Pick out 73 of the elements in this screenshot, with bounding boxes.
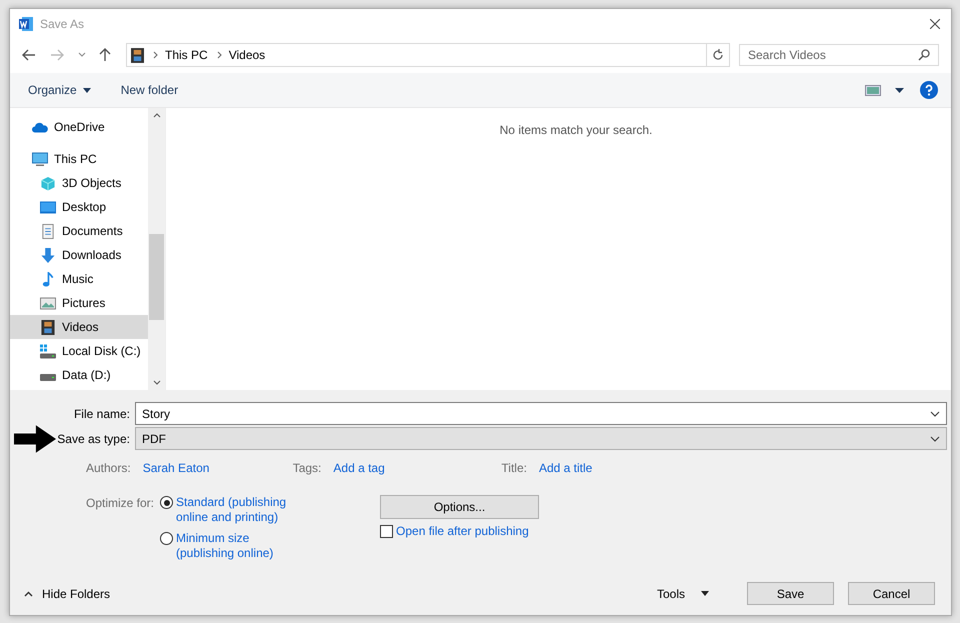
scrollbar[interactable] [148,108,165,390]
checkbox-label[interactable]: Open file after publishing [396,524,529,538]
radio-label[interactable]: Standard (publishing online and printing) [176,495,302,525]
sidebar-item[interactable]: Documents [10,219,148,243]
document-icon [40,224,56,238]
desktop-icon [40,200,56,214]
search-field[interactable]: Search Videos [739,44,939,66]
arrow-icon [14,424,56,454]
breadcrumb[interactable]: Videos [228,48,266,62]
hide-folders-button[interactable]: Hide Folders [24,586,110,600]
refresh-button[interactable] [707,43,730,67]
sidebar-item[interactable]: Local Disk (C:) [10,339,148,363]
radio-button[interactable] [160,532,174,545]
radio-label[interactable]: Minimum size (publishing online) [176,531,302,561]
organize-menu[interactable]: Organize [28,83,91,97]
refresh-icon [712,49,724,61]
authors-link[interactable]: Sarah Eaton [142,461,293,475]
view-icon[interactable] [865,84,881,96]
tags-label: Tags: [292,461,322,475]
film-icon [40,320,56,334]
cancel-button[interactable]: Cancel [848,582,935,605]
cube-icon [40,176,56,190]
scroll-down-icon[interactable] [152,380,160,385]
scroll-up-icon[interactable] [152,113,160,118]
monitor-icon [32,152,48,166]
sidebar-item[interactable]: Music [10,267,148,291]
pictures-icon [40,296,56,310]
drive-icon [40,344,56,358]
title-link[interactable]: Add a title [538,461,592,475]
close-icon[interactable] [930,19,940,29]
radio-button[interactable] [160,496,174,509]
breadcrumb[interactable]: This PC [165,48,208,62]
chevron-right-icon [216,51,222,59]
save-type-dropdown[interactable]: PDF [135,427,947,450]
save-button[interactable]: Save [747,582,834,605]
sidebar-item[interactable]: This PC [10,147,148,171]
film-icon [131,48,144,62]
chevron-down-icon[interactable] [930,410,940,416]
chevron-down-icon[interactable] [930,436,940,442]
back-arrow-icon[interactable] [22,48,36,62]
drive-icon [40,374,56,380]
authors-label: Authors: [86,461,131,475]
optimize-label: Optimize for: [86,496,154,512]
download-arrow-icon [40,248,56,262]
sidebar-item[interactable]: 3D Objects [10,171,148,195]
title-label: Title: [501,461,527,475]
address-bar[interactable]: This PC Videos [126,43,707,67]
tools-menu[interactable]: Tools [656,586,709,600]
sidebar-item[interactable]: Data (D:) [10,363,148,387]
word-icon [18,16,34,32]
chevron-up-icon [24,590,33,596]
caret-icon[interactable] [895,88,904,92]
sidebar-item[interactable]: Desktop [10,195,148,219]
up-arrow-icon[interactable] [98,48,112,62]
tags-link[interactable]: Add a tag [333,461,502,475]
help-icon[interactable] [920,81,938,99]
search-icon [918,49,930,61]
file-name-field[interactable]: Story [135,402,947,425]
sidebar-item[interactable]: Pictures [10,291,148,315]
music-note-icon [40,272,56,286]
save-type-label: Save as type: [56,432,131,446]
window-title: Save As [40,17,86,31]
caret-icon [82,88,91,92]
new-folder-button[interactable]: New folder [120,83,178,97]
empty-message: No items match your search. [498,123,652,137]
chevron-right-icon [153,51,158,59]
options-button[interactable]: Options... [380,495,540,519]
sidebar-item[interactable]: Videos [10,315,148,339]
sidebar-item[interactable]: Downloads [10,243,148,267]
file-name-label: File name: [72,406,131,420]
sidebar-item[interactable]: OneDrive [10,115,148,139]
caret-icon [701,591,709,596]
checkbox[interactable] [380,524,394,538]
